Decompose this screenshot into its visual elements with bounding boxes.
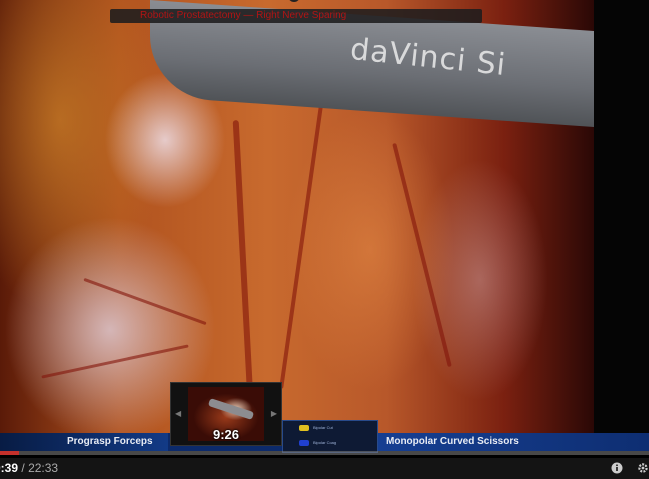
settings-icon[interactable] [637,462,649,474]
energy-panel: Bipolar Cut Bipolar Coag [282,420,378,453]
duration: 22:33 [28,461,59,475]
vessel [392,142,452,368]
video-player[interactable]: daVinci Si Robotic Prostatectomy — Right… [0,0,649,458]
vessel [41,344,189,379]
progress-bar[interactable] [0,451,649,455]
info-icon[interactable] [611,462,623,474]
time-separator: / [21,461,25,475]
preview-left-arrow-icon: ◀ [175,409,182,418]
yellow-pedal-indicator [299,425,309,431]
video-title-banner: Robotic Prostatectomy — Right Nerve Spar… [110,9,482,23]
energy-line-2: Bipolar Coag [313,440,337,445]
right-instrument-panel: Monopolar Curved Scissors [376,433,649,451]
player-controls: 0:39 / 22:33 [0,458,649,479]
time-display: 0:39 / 22:33 [0,461,58,475]
right-instrument-label: Monopolar Curved Scissors [386,436,519,447]
left-instrument-label: Prograsp Forceps [67,436,153,447]
scrub-preview-thumbnail: ◀ ▶ 9:26 [170,382,282,446]
preview-instrument [207,398,255,420]
preview-right-arrow-icon: ▶ [270,409,277,418]
blue-pedal-indicator [299,440,309,446]
vessel [279,91,325,389]
video-frame: daVinci Si [0,0,594,433]
current-time: 0:39 [0,461,19,475]
preview-time: 9:26 [212,427,240,442]
energy-line-1: Bipolar Cut [313,425,333,430]
vessel [83,277,207,326]
banner-text: Robotic Prostatectomy — Right Nerve Spar… [140,10,347,21]
progress-played [0,451,19,455]
letterbox [594,0,649,433]
left-instrument-panel: Prograsp Forceps [0,433,168,451]
vessel [232,120,254,400]
